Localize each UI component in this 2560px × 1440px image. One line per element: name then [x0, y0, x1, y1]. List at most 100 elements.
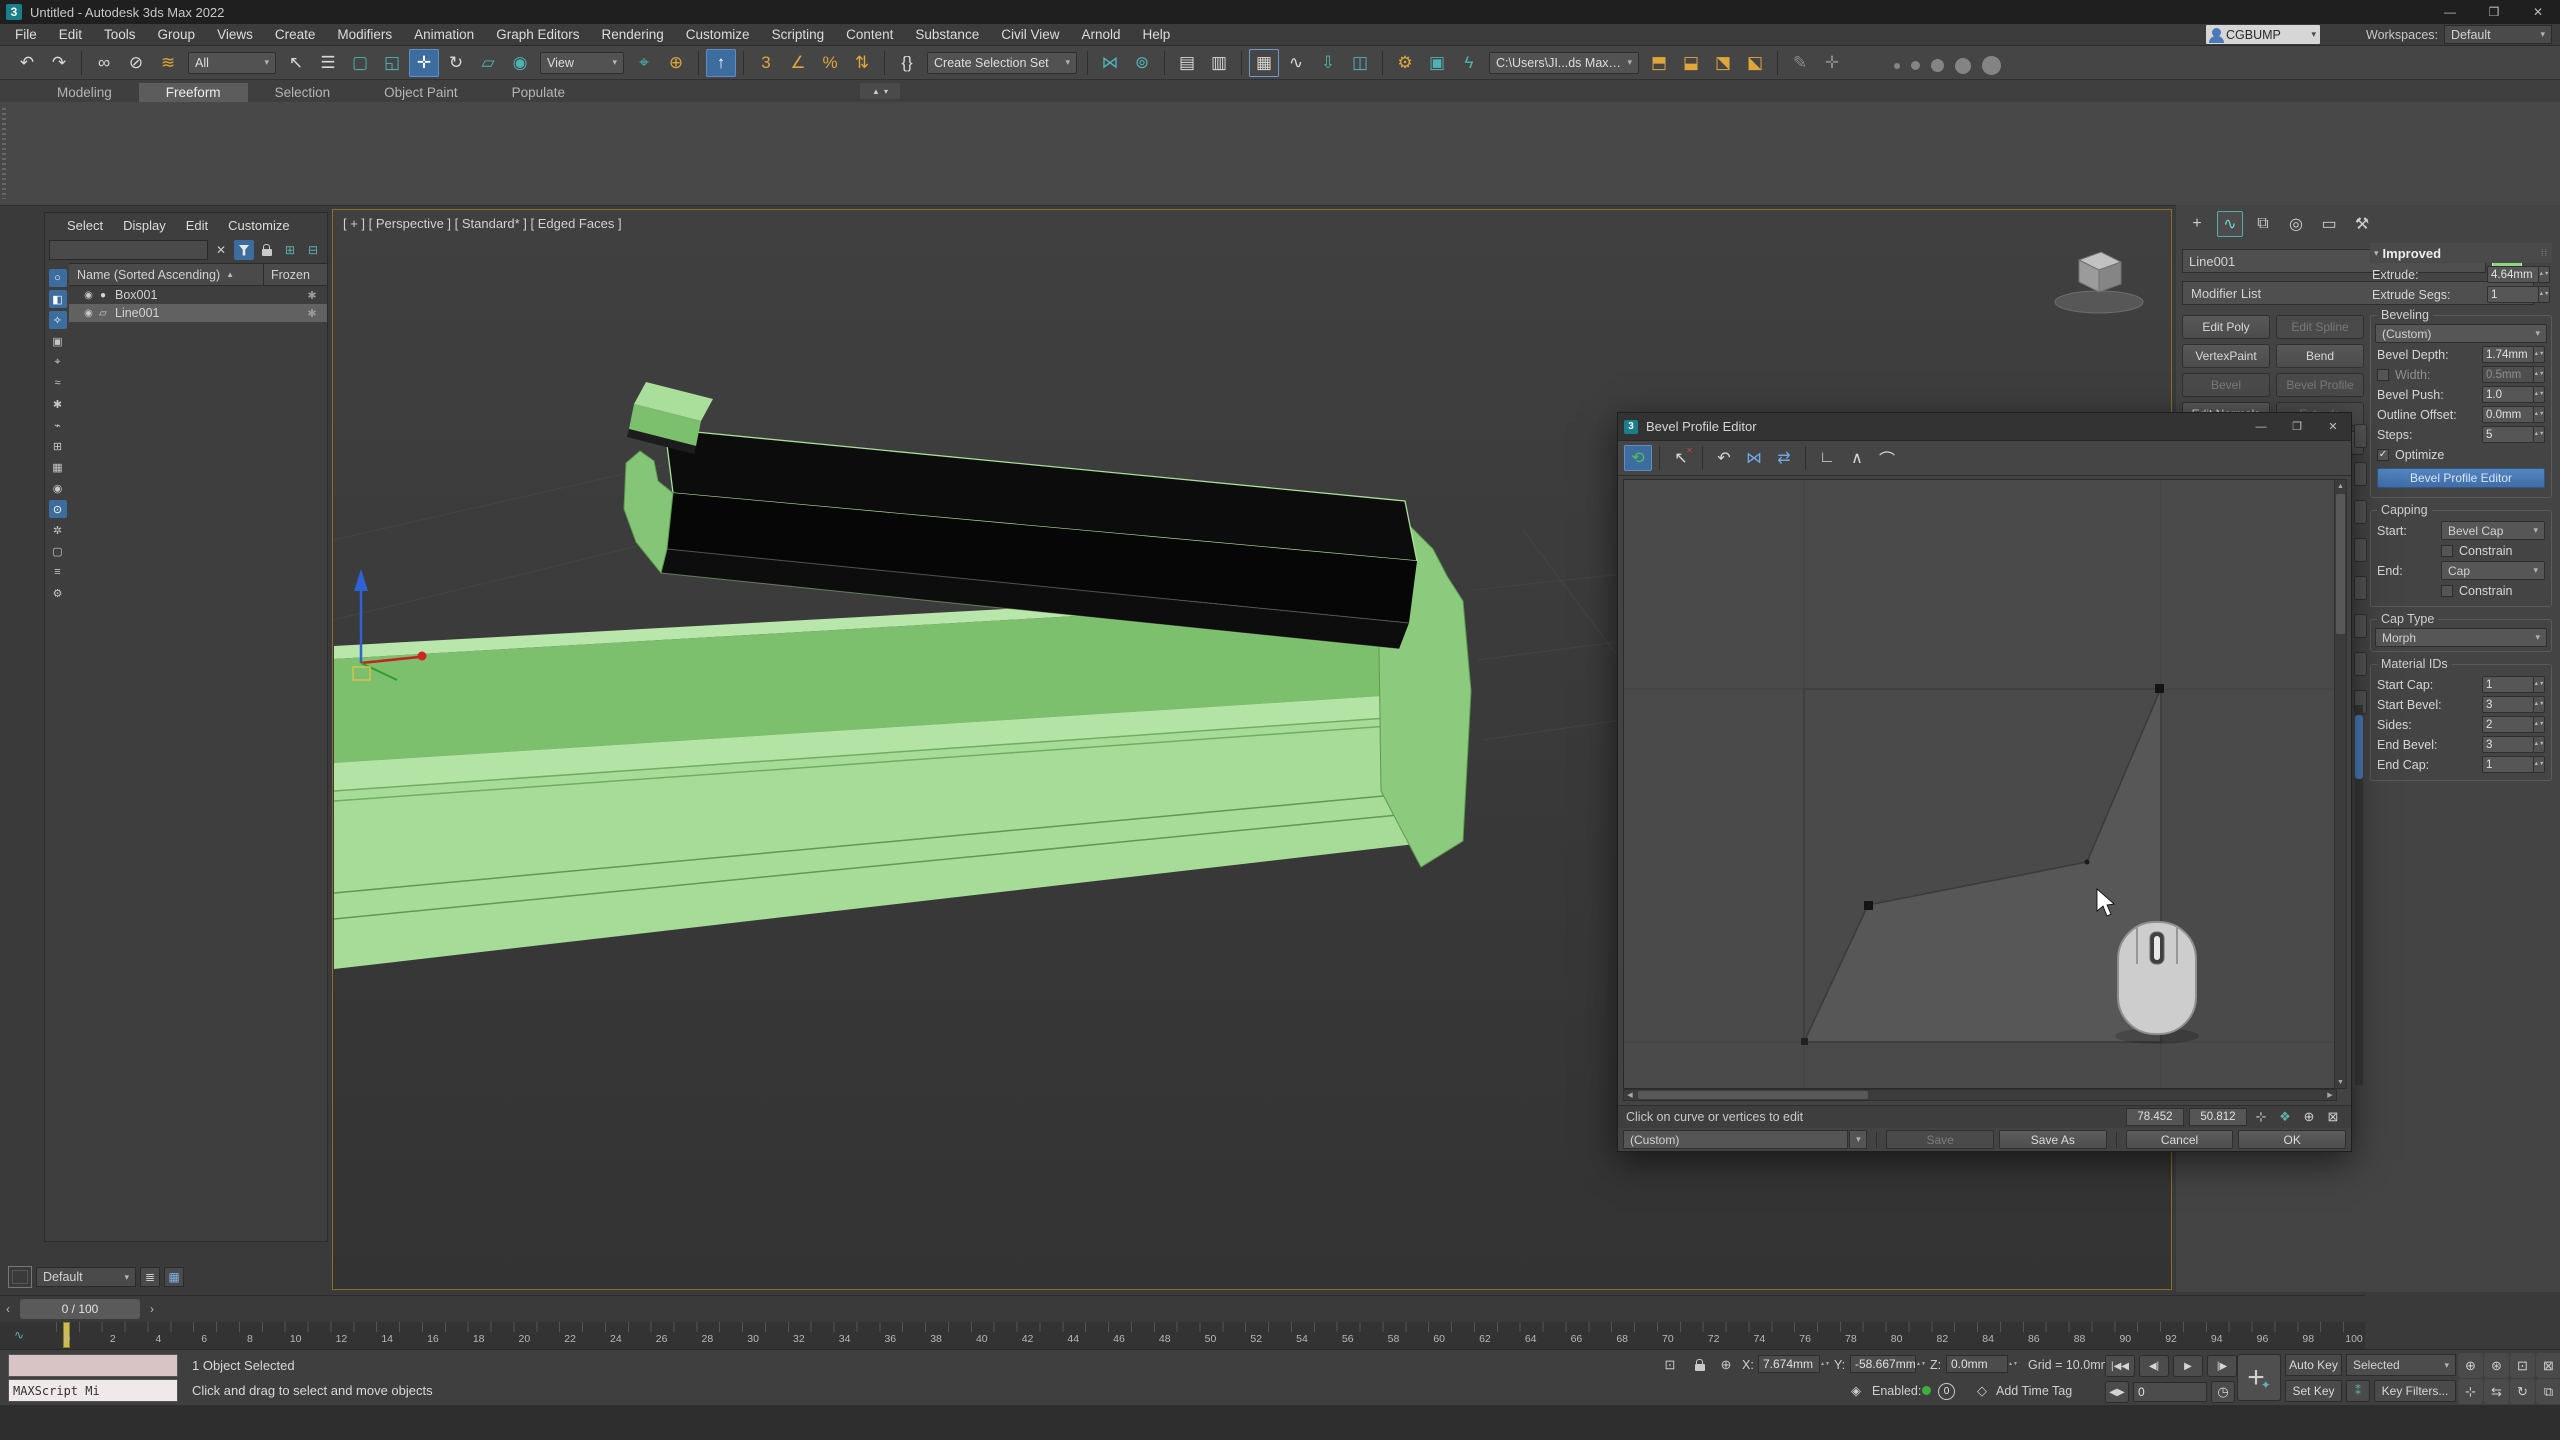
menu-item[interactable]: Edit [48, 24, 93, 46]
selection-set-key-dropdown[interactable]: Selected▾ [2346, 1354, 2456, 1376]
y-coordinate-field[interactable]: -58.667mm [1850, 1355, 1916, 1373]
play-button[interactable]: ▶ [2173, 1355, 2203, 1377]
clear-search-icon[interactable]: ✕ [211, 240, 231, 260]
save-button[interactable]: Save [1886, 1130, 1994, 1149]
filter-custom-icon[interactable]: ⚙ [49, 584, 67, 602]
snap-toggle-icon[interactable]: 3 [751, 49, 781, 77]
scrollbar-thumb[interactable] [2355, 715, 2363, 779]
filter-groups-icon[interactable]: ▦ [49, 458, 67, 476]
explorer-menu-item[interactable]: Select [57, 214, 113, 236]
ribbon-minimize-button[interactable]: ▲▾ [860, 83, 900, 99]
menu-item[interactable]: Animation [403, 24, 485, 46]
pan-icon[interactable]: ⊹ [2458, 1379, 2483, 1404]
modifier-button[interactable]: Bend [2276, 344, 2364, 368]
ribbon-tab[interactable]: Populate [485, 83, 592, 102]
zoom-all-icon[interactable]: ⊛ [2484, 1353, 2509, 1378]
dialog-title-bar[interactable]: 3 Bevel Profile Editor — ❒ ✕ [1618, 413, 2351, 441]
menu-item[interactable]: Help [1132, 24, 1182, 46]
workspace-dropdown[interactable]: Default▾ [2444, 25, 2552, 44]
filter-shapes-icon[interactable]: ◧ [49, 290, 67, 308]
scene-explorer-toggle-icon[interactable]: ▤ [1172, 49, 1202, 77]
start-cap-dropdown[interactable]: Bevel Cap▾ [2441, 521, 2545, 540]
mirror-icon[interactable]: ⋈ [1095, 49, 1125, 77]
filter-cameras-icon[interactable]: ▣ [49, 332, 67, 350]
shield-icon[interactable]: ◈ [1846, 1381, 1866, 1401]
color-swatch-button[interactable] [8, 1266, 32, 1288]
spinner[interactable]: ▲▼ [2534, 756, 2545, 773]
list-item[interactable]: ◉ ▱ Line001 ✱ [69, 304, 327, 322]
track-bar[interactable]: ∿ 02468101214161820222426283032343638404… [0, 1322, 2365, 1350]
frozen-toggle-icon[interactable]: ✱ [287, 289, 337, 302]
minimize-icon[interactable]: — [2428, 0, 2472, 24]
undo-icon[interactable]: ↶ [1710, 445, 1738, 471]
next-frame-button[interactable]: |▶ [2207, 1355, 2237, 1377]
update-profile-icon[interactable]: ⟲ [1624, 445, 1652, 471]
render-setup-icon[interactable]: ⚙ [1390, 49, 1420, 77]
window-crossing-icon[interactable]: ◱ [377, 49, 407, 77]
menu-item[interactable]: File [4, 24, 48, 46]
redo-icon[interactable]: ↷ [44, 49, 74, 77]
visibility-eye-icon[interactable]: ◉ [83, 290, 94, 301]
add-time-tag-text[interactable]: Add Time Tag [1996, 1384, 2072, 1398]
visibility-eye-icon[interactable]: ◉ [83, 308, 94, 319]
bezier-smooth-icon[interactable]: ⌒ [1873, 445, 1901, 471]
render-production-icon[interactable]: ϟ [1454, 49, 1484, 77]
menu-item[interactable]: Views [206, 24, 264, 46]
reference-coordinate-dropdown[interactable]: View▾ [540, 52, 624, 74]
maximize-viewport-icon[interactable]: ⧉ [2536, 1379, 2560, 1404]
zoom-extents-icon[interactable]: ⊡ [2510, 1353, 2535, 1378]
align-icon[interactable]: ⊚ [1127, 49, 1157, 77]
walk-through-icon[interactable]: ⇆ [2484, 1379, 2509, 1404]
filter-lights-icon[interactable]: ✧ [49, 311, 67, 329]
filter-xref-icon[interactable]: ⊞ [49, 437, 67, 455]
selection-lock-icon[interactable] [1690, 1355, 1710, 1375]
material-id-field[interactable]: 3 [2482, 736, 2534, 753]
outline-offset-field[interactable]: 0.0mm [2482, 406, 2534, 423]
panel-scrollbar[interactable] [2355, 705, 2363, 1085]
spinner[interactable]: ▲▼ [2534, 716, 2545, 733]
frozen-toggle-icon[interactable]: ✱ [287, 307, 337, 320]
select-and-move-icon[interactable]: ✛ [409, 49, 439, 77]
cancel-button[interactable]: Cancel [2126, 1130, 2234, 1149]
mini-curve-editor-icon[interactable]: ∿ [6, 1326, 32, 1344]
display-tab-icon[interactable]: ▭ [2316, 211, 2342, 237]
rendered-frame-window-icon[interactable]: ▣ [1422, 49, 1452, 77]
user-account-button[interactable]: CGBUMP▾ [2206, 25, 2320, 44]
menu-item[interactable]: Customize [675, 24, 761, 46]
time-slider[interactable]: 0 / 100 [20, 1299, 140, 1319]
zoom-icon[interactable]: ⊕ [2458, 1353, 2483, 1378]
rollout-header[interactable]: ▾ Improved ⁞⁞ [2370, 243, 2552, 263]
ribbon-toggle-icon[interactable]: ▦ [1249, 49, 1279, 77]
viewcube[interactable] [2049, 238, 2149, 318]
spinner[interactable]: ▲▼ [2539, 286, 2550, 303]
close-icon[interactable]: ✕ [2516, 0, 2560, 24]
spinner[interactable]: ▲▼ [2534, 406, 2545, 423]
modifier-button[interactable]: Edit Poly [2182, 315, 2270, 339]
bind-to-space-warp-icon[interactable]: ≋ [153, 49, 183, 77]
end-constrain-checkbox[interactable] [2441, 585, 2453, 597]
undo-icon[interactable]: ↶ [12, 49, 42, 77]
isolate-selection-icon[interactable]: ⊡ [1660, 1355, 1680, 1375]
spinner[interactable]: ▲▼ [2534, 696, 2545, 713]
profile-preset-dropdown[interactable]: (Custom) [1623, 1130, 1848, 1149]
auto-key-button[interactable]: Auto Key [2285, 1354, 2342, 1376]
previous-frame-button[interactable]: ◀| [2139, 1355, 2169, 1377]
extrude-segs-field[interactable]: 1 [2487, 286, 2539, 303]
angle-snap-icon[interactable]: ∠ [783, 49, 813, 77]
list-item[interactable]: ◉ ● Box001 ✱ [69, 286, 327, 304]
horizontal-scrollbar[interactable]: ◀▶ [1623, 1089, 2337, 1101]
menu-item[interactable]: Group [147, 24, 207, 46]
ribbon-tab[interactable]: Freeform [139, 83, 248, 102]
time-configuration-icon[interactable]: ◷ [2211, 1381, 2235, 1403]
tool-disabled-b-icon[interactable]: ✛ [1817, 49, 1847, 77]
material-editor-icon[interactable]: ◫ [1345, 49, 1375, 77]
hierarchy-tab-icon[interactable]: ⧉ [2250, 211, 2276, 237]
motion-tab-icon[interactable]: ◎ [2283, 211, 2309, 237]
rectangular-selection-icon[interactable]: ▢ [345, 49, 375, 77]
absolute-mode-icon[interactable]: ⊕ [1716, 1355, 1736, 1375]
select-and-scale-icon[interactable]: ▱ [473, 49, 503, 77]
key-filter-icon[interactable]: ⁑ [2346, 1380, 2370, 1402]
optimize-checkbox[interactable]: ✓ [2377, 449, 2389, 461]
delete-selection-icon[interactable]: ↖✕ [1667, 445, 1695, 471]
filter-bones-icon[interactable]: ⌁ [49, 416, 67, 434]
